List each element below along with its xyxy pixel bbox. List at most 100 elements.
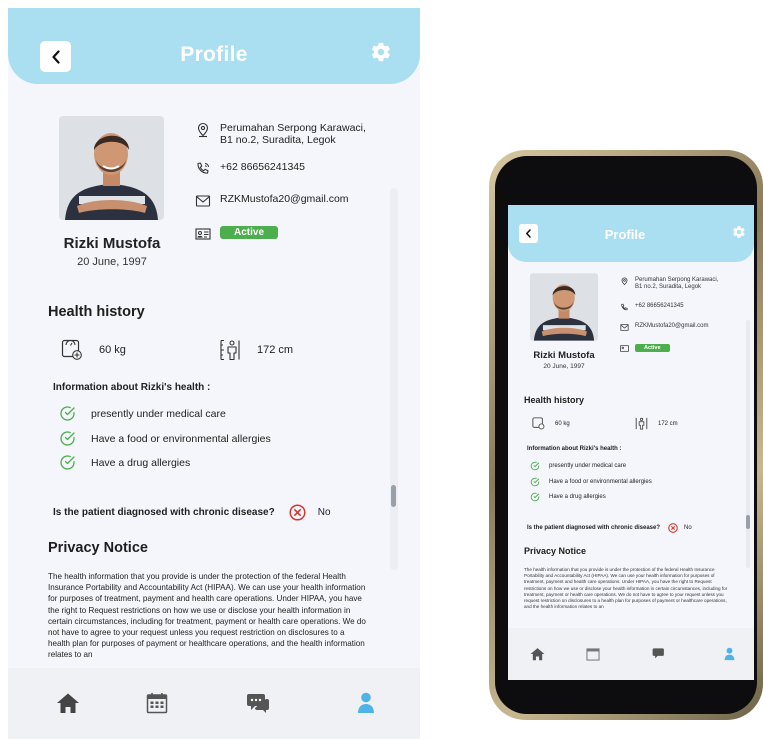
address-row: Perumahan Serpong Karawaci, B1 no.2, Sur…: [195, 122, 366, 146]
weight-value: 60 kg: [99, 344, 126, 356]
scrollbar-thumb[interactable]: [746, 515, 750, 529]
settings-gear-icon[interactable]: [370, 41, 392, 63]
nav-profile[interactable]: [721, 646, 737, 662]
email-row: RZKMustofa20@gmail.com: [620, 323, 708, 332]
weight-stat: 60 kg: [61, 339, 126, 361]
nav-home[interactable]: [529, 646, 545, 662]
address-line-1: Perumahan Serpong Karawaci,: [220, 122, 366, 134]
height-measure-icon: [635, 417, 648, 430]
check-circle-icon: [60, 406, 75, 421]
location-pin-icon: [621, 277, 628, 286]
phone-notch: [565, 160, 689, 188]
privacy-notice-title: Privacy Notice: [48, 540, 148, 556]
profile-photo: [59, 116, 164, 220]
nav-calendar[interactable]: [585, 646, 601, 662]
phone-bottom-bezel: [508, 680, 754, 710]
phone-row: +62 86656241345: [195, 161, 305, 177]
check-circle-icon: [530, 492, 540, 502]
nav-chat[interactable]: [651, 646, 667, 662]
weight-scale-icon: [61, 339, 82, 360]
health-item: Have a food or environmental allergies: [530, 477, 652, 487]
bottom-nav: [8, 668, 420, 739]
avatar: [530, 273, 598, 341]
email-row: RZKMustofa20@gmail.com: [195, 193, 349, 209]
health-info-label: Information about Rizki's health :: [527, 446, 622, 452]
patient-name: Rizki Mustofa: [63, 235, 161, 252]
settings-gear-icon[interactable]: [732, 225, 746, 239]
check-circle-icon: [530, 461, 540, 471]
privacy-notice-text: The health information that you provide …: [48, 572, 366, 660]
address-line-1: Perumahan Serpong Karawaci,: [635, 277, 719, 283]
patient-name: Rizki Mustofa: [533, 350, 595, 361]
status-badge: Active: [220, 226, 279, 239]
nav-chat[interactable]: [245, 690, 271, 716]
x-circle-icon: [668, 523, 678, 533]
health-item: Have a food or environmental allergies: [59, 430, 271, 447]
page-title: Profile: [604, 227, 646, 242]
id-card-icon: [620, 345, 629, 352]
health-item: presently under medical care: [59, 405, 226, 422]
patient-dob: 20 June, 1997: [77, 256, 147, 268]
profile-icon: [724, 647, 734, 661]
x-circle-icon: [289, 504, 306, 521]
phone-profile-screen: Profile Rizki Mustofa 20 June, 1997 Peru…: [508, 205, 754, 680]
health-history-title: Health history: [524, 395, 585, 405]
profile-header: Profile: [8, 8, 420, 84]
profile-screen: Profile Rizki Mustofa 20 June, 1997 Peru…: [8, 8, 420, 739]
avatar: [59, 116, 164, 220]
check-circle-icon: [60, 455, 75, 470]
weight-value: 60 kg: [555, 420, 570, 427]
chronic-question: Is the patient diagnosed with chronic di…: [527, 525, 661, 531]
phone-icon: [621, 303, 628, 311]
scrollbar-thumb[interactable]: [391, 485, 396, 507]
check-circle-icon: [60, 431, 75, 446]
height-value: 172 cm: [658, 420, 678, 427]
chronic-disease-row: Is the patient diagnosed with chronic di…: [53, 504, 331, 521]
email-address: RZKMustofa20@gmail.com: [635, 323, 709, 329]
health-item-text: Have a food or environmental allergies: [549, 479, 652, 485]
phone-number: +62 86656241345: [635, 303, 684, 309]
weight-scale-icon: [532, 417, 545, 430]
home-icon: [530, 648, 544, 661]
nav-home[interactable]: [55, 690, 81, 716]
height-measure-icon: [220, 339, 240, 361]
privacy-notice-text: The health information that you provide …: [524, 567, 728, 610]
status-row: Active: [195, 226, 279, 242]
health-item-text: presently under medical care: [549, 463, 627, 469]
calendar-icon: [146, 693, 168, 714]
mail-icon: [195, 195, 211, 207]
health-item: Have a drug allergies: [59, 454, 190, 471]
phone-row: +62 86656241345: [620, 303, 684, 312]
status-badge: Active: [635, 344, 670, 352]
health-item: Have a drug allergies: [530, 492, 606, 502]
weight-stat: 60 kg: [532, 417, 570, 430]
profile-photo: [530, 273, 598, 341]
patient-dob: 20 June, 1997: [543, 363, 585, 370]
mail-icon: [620, 324, 629, 331]
health-item-text: Have a food or environmental allergies: [91, 432, 271, 445]
location-pin-icon: [197, 122, 209, 138]
scrollbar[interactable]: [390, 188, 398, 570]
height-stat: 172 cm: [219, 339, 293, 361]
chat-icon: [652, 648, 664, 659]
page-title: Profile: [180, 43, 248, 66]
calendar-icon: [586, 648, 600, 661]
health-info-label: Information about Rizki's health :: [53, 382, 211, 393]
bottom-nav: [508, 628, 754, 680]
scrollbar[interactable]: [746, 320, 750, 568]
privacy-notice-title: Privacy Notice: [524, 546, 587, 556]
address-row: Perumahan Serpong Karawaci, B1 no.2, Sur…: [620, 277, 718, 291]
chat-icon: [247, 694, 269, 713]
phone-number: +62 86656241345: [220, 161, 305, 173]
address-line-2: B1 no.2, Suradita, Legok: [220, 134, 336, 146]
chronic-answer: No: [317, 507, 331, 518]
check-circle-icon: [530, 477, 540, 487]
nav-profile[interactable]: [353, 690, 379, 716]
height-stat: 172 cm: [635, 417, 678, 430]
health-history-title: Health history: [48, 304, 145, 320]
profile-header: Profile: [508, 205, 754, 262]
status-row: Active: [620, 344, 670, 353]
health-item-text: Have a drug allergies: [549, 494, 606, 500]
id-card-icon: [195, 228, 211, 240]
nav-calendar[interactable]: [144, 690, 170, 716]
